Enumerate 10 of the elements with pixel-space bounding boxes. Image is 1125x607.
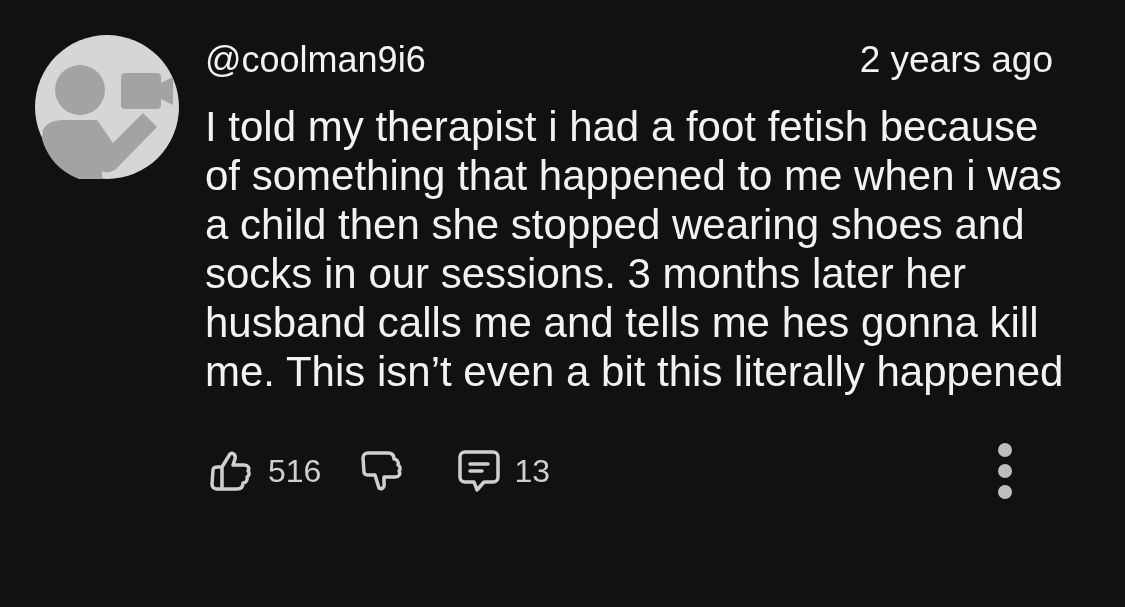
timestamp: 2 years ago [859,38,1053,82]
like-button[interactable]: 516 [210,447,322,495]
comment-icon [458,450,501,492]
more-options-icon[interactable] [998,441,1012,501]
thumbs-up-icon [210,450,252,492]
username[interactable]: @coolman9i6 [205,39,426,81]
replies-button[interactable]: 13 [458,447,550,495]
comment-text: I told my therapist i had a foot fetish because of something that happened to me when i was a child then she stopped wearing shoes and socks in our sessions. 3 months later her husband calls me and tells me hes gonna kill me. This isn’t even a bit this literally happened [205,102,1065,396]
dislike-button[interactable] [361,450,404,492]
thumbs-down-icon [361,450,404,492]
